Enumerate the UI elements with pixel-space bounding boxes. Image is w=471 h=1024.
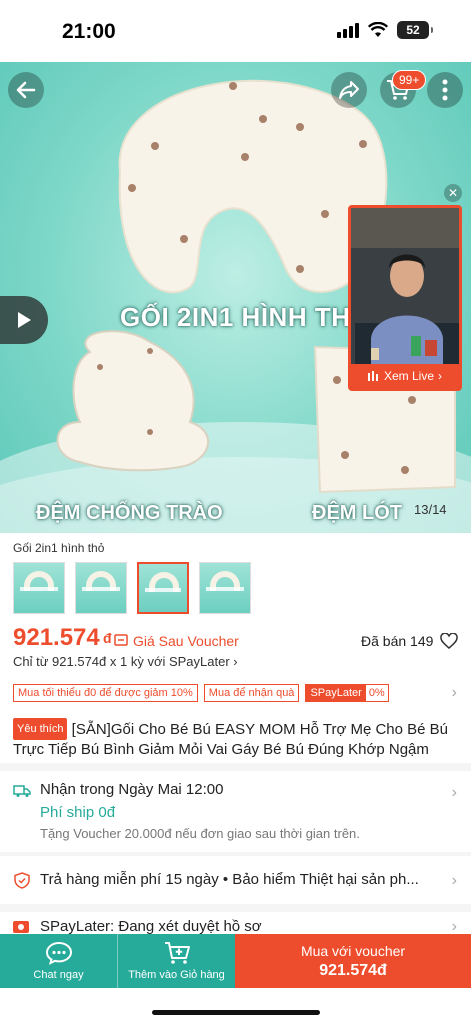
installment-text: Chỉ từ 921.574đ x 1 kỳ với SPayLater bbox=[13, 654, 230, 669]
delivery-time: Nhận trong Ngày Mai 12:00 bbox=[40, 781, 224, 798]
chevron-right-icon: › bbox=[451, 684, 457, 701]
product-title: Yêu thích [SẴN]Gối Cho Bé Bú EASY MOM Hỗ… bbox=[13, 718, 458, 760]
chevron-right-icon: › bbox=[451, 784, 457, 801]
battery-icon: 52 bbox=[397, 21, 433, 39]
favorite-badge: Yêu thích bbox=[13, 718, 68, 740]
shipping-note: Tặng Voucher 20.000đ nếu đơn giao sau th… bbox=[40, 826, 360, 841]
image-label-left: ĐỆM CHỐNG TRÀO bbox=[36, 502, 223, 524]
shipping-fee: Phí ship 0đ bbox=[40, 804, 116, 821]
play-icon bbox=[18, 312, 31, 328]
chat-now-label: Chat ngay bbox=[33, 969, 84, 981]
add-cart-icon bbox=[164, 942, 190, 964]
variant-thumb[interactable] bbox=[199, 562, 251, 614]
spaylater-icon bbox=[13, 921, 29, 933]
add-to-cart-label: Thêm vào Giỏ hàng bbox=[128, 969, 225, 981]
share-button[interactable] bbox=[331, 72, 367, 108]
spaylater-tag: SPayLater 0% bbox=[305, 684, 389, 702]
product-price: 921.574 bbox=[13, 624, 100, 651]
chevron-right-icon: › bbox=[233, 654, 238, 669]
buy-with-voucher-button[interactable]: Mua với voucher 921.574đ bbox=[235, 934, 471, 988]
chat-icon bbox=[45, 941, 72, 965]
live-bars-icon bbox=[367, 371, 378, 381]
watch-live-label: Xem Live bbox=[383, 369, 435, 383]
image-label-right: ĐỆM LÓT bbox=[312, 502, 402, 524]
divider bbox=[0, 852, 471, 856]
cart-count-badge: 99+ bbox=[392, 70, 427, 90]
wifi-icon bbox=[368, 22, 388, 37]
price-currency: đ bbox=[103, 630, 112, 646]
spaylater-row[interactable]: SPayLater: Đang xét duyệt hồ sơ bbox=[40, 918, 262, 935]
product-image-carousel[interactable]: GỐI 2IN1 HÌNH TH ĐỆM CHỐNG TRÀO ĐỆM LÓT … bbox=[0, 62, 471, 533]
image-title-text: GỐI 2IN1 HÌNH TH bbox=[120, 302, 351, 332]
play-video-button[interactable] bbox=[0, 296, 48, 344]
streamer-video bbox=[351, 208, 459, 368]
shield-icon bbox=[14, 872, 30, 889]
buy-price: 921.574đ bbox=[319, 961, 387, 979]
variant-thumb-selected[interactable] bbox=[137, 562, 189, 614]
share-icon bbox=[339, 81, 359, 99]
promo-tag: Mua tối thiểu đ0 để được giảm 10% bbox=[13, 684, 198, 702]
status-bar: 21:00 52 bbox=[0, 0, 471, 62]
status-icons: 52 bbox=[337, 21, 433, 39]
watch-live-button[interactable]: Xem Live › bbox=[351, 364, 459, 388]
spaylater-tag-label: SPayLater bbox=[306, 685, 366, 701]
divider bbox=[0, 763, 471, 771]
close-live-button[interactable]: ✕ bbox=[444, 184, 462, 202]
home-indicator bbox=[152, 1010, 320, 1015]
promo-tag: Mua để nhận quà bbox=[203, 684, 300, 702]
spaylater-tag-value: 0% bbox=[368, 687, 385, 699]
chevron-right-icon: › bbox=[451, 872, 457, 889]
voucher-icon bbox=[114, 634, 128, 646]
variant-thumbnails bbox=[13, 562, 251, 614]
promo-tags[interactable]: Mua tối thiểu đ0 để được giảm 10% Mua để… bbox=[13, 684, 389, 702]
sold-count: Đã bán 149 bbox=[361, 633, 434, 649]
signal-icon bbox=[337, 22, 359, 38]
chat-now-button[interactable]: Chat ngay bbox=[0, 934, 117, 988]
divider bbox=[0, 904, 471, 912]
image-counter: 13/14 bbox=[414, 502, 447, 517]
guarantee-row[interactable]: Trả hàng miễn phí 15 ngày • Bảo hiểm Thi… bbox=[40, 871, 419, 888]
heart-icon[interactable] bbox=[440, 633, 458, 649]
variant-thumb[interactable] bbox=[13, 562, 65, 614]
installment-info[interactable]: Chỉ từ 921.574đ x 1 kỳ với SPayLater › bbox=[13, 654, 238, 669]
status-time: 21:00 bbox=[62, 20, 116, 43]
live-stream-preview[interactable]: Xem Live › bbox=[348, 205, 462, 391]
variant-name: Gối 2in1 hình thỏ bbox=[13, 541, 105, 555]
add-to-cart-button[interactable]: Thêm vào Giỏ hàng bbox=[117, 934, 235, 988]
back-arrow-icon bbox=[16, 81, 36, 99]
more-vertical-icon bbox=[442, 79, 448, 101]
back-button[interactable] bbox=[8, 72, 44, 108]
price-note: Giá Sau Voucher bbox=[133, 633, 239, 649]
truck-icon bbox=[13, 785, 31, 797]
chevron-right-icon: › bbox=[438, 369, 443, 383]
buy-label: Mua với voucher bbox=[300, 942, 406, 959]
product-title-text: [SẴN]Gối Cho Bé Bú EASY MOM Hỗ Trợ Mẹ Ch… bbox=[13, 721, 449, 758]
more-options-button[interactable] bbox=[427, 72, 463, 108]
variant-thumb[interactable] bbox=[75, 562, 127, 614]
bottom-action-bar: Chat ngay Thêm vào Giỏ hàng Mua với vouc… bbox=[0, 934, 471, 988]
